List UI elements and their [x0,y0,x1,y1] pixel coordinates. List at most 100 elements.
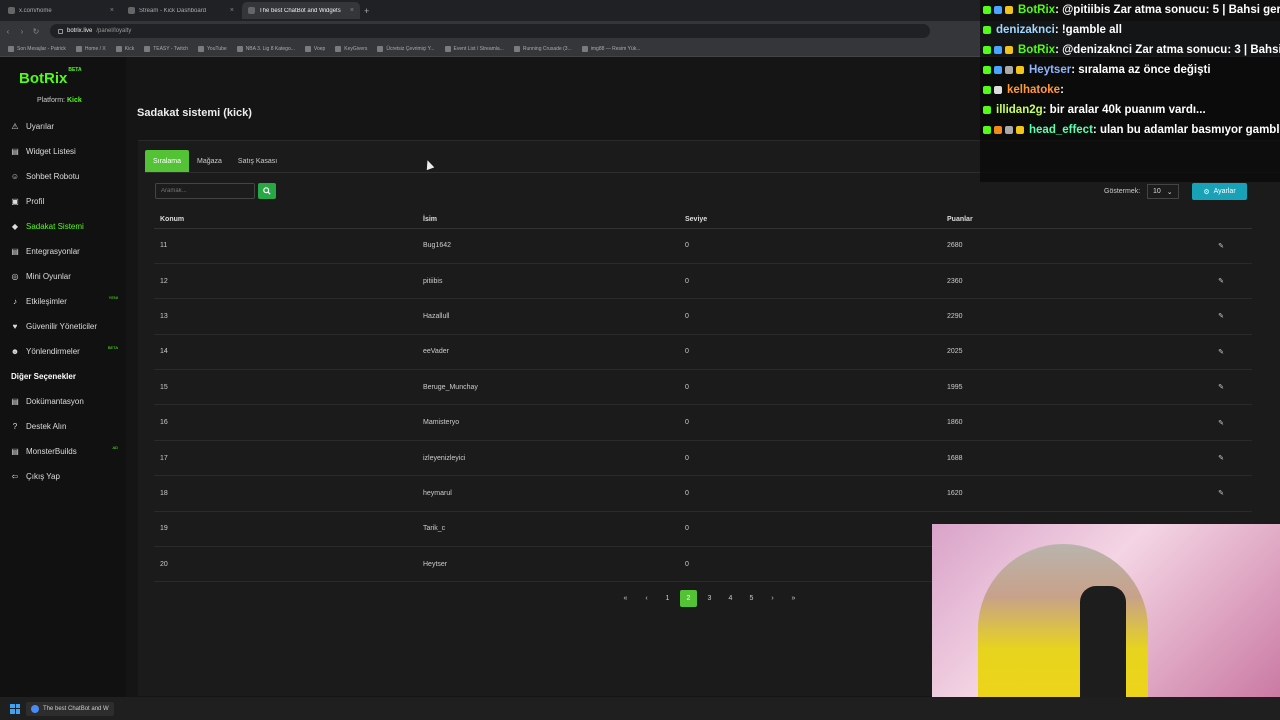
page-link[interactable]: ‹ [636,590,657,607]
settings-label: Ayarlar [1213,188,1236,195]
sidebar-item[interactable]: ⚠ Uyarılar [0,114,126,139]
table-cell-pos: 19 [154,511,417,548]
bookmark-item[interactable]: Kick [115,45,134,52]
loyalty-tab[interactable]: Satış Kasası [230,150,285,172]
sidebar-item[interactable]: ⇦ Çıkış Yap [0,464,126,489]
bookmark-item[interactable]: NBA 3. Lig 8 Katego... [236,45,295,52]
edit-icon[interactable]: ✎ [1218,490,1224,497]
bookmark-label: Home / X [84,45,106,52]
search-button[interactable] [258,183,276,199]
tab-favicon-icon [8,7,15,14]
table-cell-level: 0 [679,404,941,441]
edit-icon[interactable]: ✎ [1218,278,1224,285]
sidebar-item[interactable]: ▤ Widget Listesi [0,139,126,164]
edit-icon[interactable]: ✎ [1218,243,1224,250]
reload-icon[interactable]: ↻ [30,27,42,36]
browser-tab[interactable]: The best ChatBot and Widgets × [242,2,360,19]
chat-username: denizaknci [996,24,1055,36]
bookmark-item[interactable]: Voep [304,45,325,52]
close-icon[interactable]: × [350,7,354,14]
column-header: Seviye [679,211,941,229]
page-link[interactable]: › [762,590,783,607]
show-label: Göstermek: [1104,188,1141,195]
table-cell-actions: ✎ [1203,334,1252,371]
bookmark-item[interactable]: Event List / Streamla... [444,45,504,52]
edit-icon[interactable]: ✎ [1218,420,1224,427]
new-tab-icon[interactable]: + [364,6,369,16]
edit-icon[interactable]: ✎ [1218,455,1224,462]
chat-message: Heytser: sıralama az önce değişti [983,60,1280,80]
table-cell-points: 2360 [941,263,1203,300]
sidebar: BotRixBETA Platform: Kick ⚠ Uyarılar ▤ Widg… [0,57,126,697]
bookmark-label: YouTube [207,45,227,52]
bookmark-item[interactable]: YouTube [198,45,227,52]
table-cell-points: 1620 [941,475,1203,512]
table-cell-pos: 18 [154,475,417,512]
sidebar-item[interactable]: ? Destek Alın [0,414,126,439]
taskbar-app-label: The best ChatBot and W [43,705,109,712]
chat-username: Heytser [1029,64,1072,76]
show-count-select[interactable]: 10 ⌄ [1147,184,1179,199]
taskbar-browser-item[interactable]: The best ChatBot and W [26,701,114,716]
page-link[interactable]: 4 [720,590,741,607]
search-input[interactable] [155,183,255,199]
table-row: 13 Hazallull 0 2290 ✎ [154,298,1252,335]
botrix-logo[interactable]: BotRixBETA [19,67,82,87]
page-link[interactable]: 5 [741,590,762,607]
page-link[interactable]: 3 [699,590,720,607]
loyalty-tab[interactable]: Mağaza [189,150,230,172]
sidebar-item[interactable]: ▣ Profil [0,189,126,214]
bookmark-item[interactable]: Running Crusade (3... [513,45,572,52]
page-link[interactable]: 1 [657,590,678,607]
sidebar-item-label: Entegrasyonlar [26,247,80,256]
page-link[interactable]: » [783,590,804,607]
sidebar-item[interactable]: ♥ Güvenilir Yöneticiler [0,314,126,339]
url-host: botrix.live [67,28,93,34]
pagination: «‹ 1 2 3 4 5 ›» [615,590,804,607]
loyalty-tab[interactable]: Sıralama [145,150,190,172]
sidebar-item[interactable]: ☺ Sohbet Robotu [0,164,126,189]
edit-icon[interactable]: ✎ [1218,384,1224,391]
page-link[interactable]: « [615,590,636,607]
bookmark-item[interactable]: KeyGivers [335,45,367,52]
page-link[interactable]: 2 [680,590,697,607]
chat-badge-icon [994,85,1002,94]
sidebar-item[interactable]: ◎ Mini Oyunlar [0,264,126,289]
column-header-actions [1203,211,1252,229]
bookmark-item[interactable]: Ücretsiz Çevrimiçi Y... [377,45,435,52]
table-cell-name: Beruge_Munchay [417,369,679,406]
chat-username: illidan2g [996,104,1043,116]
table-cell-level: 0 [679,298,941,335]
bookmark-item[interactable]: img88 — Resim Yük... [581,45,640,52]
table-cell-actions: ✎ [1203,440,1252,477]
back-icon[interactable]: ‹ [2,27,14,36]
forward-icon[interactable]: › [16,27,28,36]
edit-icon[interactable]: ✎ [1218,349,1224,356]
sidebar-item[interactable]: ▤ Entegrasyonlar [0,239,126,264]
table-row: 12 pitiibis 0 2360 ✎ [154,263,1252,300]
close-icon[interactable]: × [230,7,234,14]
sidebar-item[interactable]: ◆ Sadakat Sistemi [0,214,126,239]
close-icon[interactable]: × [110,7,114,14]
windows-start-icon[interactable] [10,703,20,714]
sidebar-item[interactable]: ☻ Yönlendirmeler BETA [0,339,126,364]
url-field[interactable]: botrix.live/panel/loyalty [50,24,930,38]
table-cell-name: eeVader [417,334,679,371]
edit-icon[interactable]: ✎ [1218,313,1224,320]
table-row: 15 Beruge_Munchay 0 1995 ✎ [154,369,1252,406]
bookmark-item[interactable]: TEASY - Twitch [144,45,188,52]
menu-item-icon: ⚠ [11,122,19,131]
bookmark-item[interactable]: Home / X [75,45,106,52]
chat-text: : [1060,84,1064,96]
sidebar-item[interactable]: ♪ Etkileşimler YENI [0,289,126,314]
chat-badge-icon [1005,45,1013,54]
sidebar-item-label: Widget Listesi [26,147,76,156]
sidebar-item[interactable]: ▤ MonsterBuilds AD [0,439,126,464]
browser-tab[interactable]: x.com/home × [2,2,120,19]
sidebar-item[interactable]: ▤ Dokümantasyon [0,389,126,414]
sidebar-item-label: Mini Oyunlar [26,272,71,281]
browser-tab[interactable]: Stream - Kick Dashboard × [122,2,240,19]
settings-button[interactable]: ⚙ Ayarlar [1192,183,1247,200]
platform-label: Platform: [37,97,66,104]
bookmark-item[interactable]: Son Mesajlar - Patrick [8,45,66,52]
